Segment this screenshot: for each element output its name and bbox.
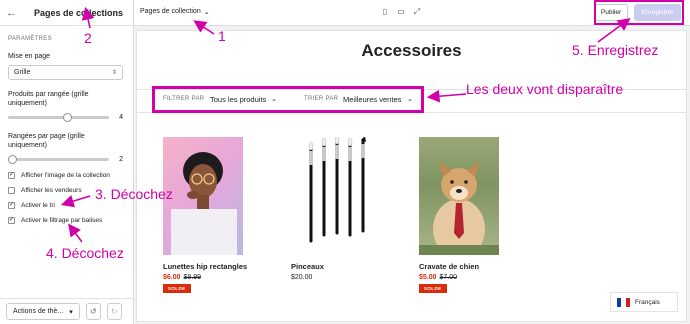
annotation-step-4: 4. Décochez (46, 245, 124, 261)
slider-track[interactable] (8, 154, 109, 164)
sale-price: $5.00 (419, 274, 437, 281)
language-selector[interactable]: Français (610, 292, 678, 312)
caret-down-icon: ▾ (69, 308, 73, 316)
theme-actions-label: Actions de thè... (13, 308, 64, 315)
undo-icon: ↺ (89, 307, 97, 316)
annotation-step-5: 5. Enregistrez (572, 42, 659, 58)
slider-handle[interactable] (8, 154, 17, 164)
page-selector-label: Pages de collection (140, 8, 201, 15)
checkbox-label: Afficher les vendeurs (21, 187, 82, 194)
select-arrows-icon: ⇕ (111, 70, 117, 76)
layout-select[interactable]: Grille ⇕ (8, 65, 123, 80)
products-per-row-slider[interactable]: 4 (8, 112, 123, 122)
checkbox-show-collection-image[interactable]: ✓ Afficher l'image de la collection (8, 172, 123, 179)
checkbox-enable-sorting[interactable]: ✓ Activer le tri (8, 202, 123, 209)
redo-icon: ↻ (110, 307, 118, 316)
page-selector[interactable]: Pages de collection ⌄ (140, 8, 210, 16)
fullscreen-icon[interactable]: ⤢ (412, 7, 422, 18)
slider-handle[interactable] (63, 112, 73, 122)
checkbox[interactable]: ✓ (8, 217, 15, 224)
product-card[interactable]: Lunettes hip rectangles $6.00 $8.99 SOLDE (163, 137, 263, 293)
layout-label: Mise en page (8, 53, 51, 60)
product-name[interactable]: Cravate de chien (419, 262, 519, 271)
annotation-filters-note: Les deux vont disparaître (466, 81, 624, 97)
annotation-step-2: 2 (84, 30, 92, 46)
language-label: Français (635, 298, 660, 306)
theme-actions-button[interactable]: Actions de thè... ▾ (6, 303, 80, 320)
product-name[interactable]: Lunettes hip rectangles (163, 262, 263, 271)
filter-bar-highlight (152, 86, 424, 113)
products-per-row-value: 4 (119, 113, 123, 121)
product-image[interactable] (163, 137, 243, 255)
original-price: $8.99 (183, 274, 202, 281)
sale-badge: SOLDE (163, 284, 191, 293)
layout-select-value: Grille (14, 69, 31, 76)
checkbox[interactable]: ✓ (8, 202, 15, 209)
sidebar-title: Pages de collections (34, 7, 124, 18)
mobile-icon[interactable]: ▯ (380, 7, 390, 18)
original-price: $7.00 (439, 274, 458, 281)
rows-per-page-slider[interactable]: 2 (8, 154, 123, 164)
product-price: $20.00 (291, 274, 313, 281)
theme-settings-sidebar: ← Pages de collections PARAMÈTRES Mise e… (0, 0, 134, 324)
brushes-image (308, 137, 366, 243)
sidebar-footer: Actions de thè... ▾ ↺ ↻ (0, 298, 134, 324)
checkbox-label: Activer le tri (21, 202, 55, 209)
product-price: $5.00 $7.00 (419, 274, 519, 281)
section-heading: PARAMÈTRES (8, 36, 52, 42)
checkbox-label: Activer le filtrage par balises (21, 217, 103, 224)
chevron-down-icon: ⌄ (203, 9, 210, 16)
product-name[interactable]: Pinceaux (291, 262, 391, 271)
checkbox-label: Afficher l'image de la collection (21, 172, 110, 179)
desktop-icon[interactable]: ▭ (396, 7, 406, 18)
back-arrow-icon[interactable]: ← (6, 7, 20, 19)
rows-per-page-value: 2 (119, 155, 123, 163)
checkbox[interactable]: ✓ (8, 172, 15, 179)
rows-per-page-label: Rangées par page (grille uniquement) (8, 133, 85, 149)
product-card[interactable]: Cravate de chien $5.00 $7.00 SOLDE (419, 137, 519, 293)
redo-button[interactable]: ↻ (106, 303, 122, 320)
slider-track[interactable] (8, 112, 109, 122)
product-image[interactable] (291, 137, 371, 255)
save-button-highlight (594, 0, 684, 25)
annotation-step-3: 3. Décochez (95, 186, 173, 202)
products-per-row-label: Produits par rangée (grille uniquement) (8, 91, 89, 107)
sale-badge: SOLDE (419, 284, 447, 293)
product-price: $6.00 $8.99 (163, 274, 263, 281)
undo-button[interactable]: ↺ (85, 303, 101, 320)
store-preview: Accessoires FILTRER PAR Tous les produit… (136, 30, 687, 322)
checkbox-enable-tag-filtering[interactable]: ✓ Activer le filtrage par balises (8, 217, 123, 224)
product-image[interactable] (419, 137, 499, 255)
sidebar-header: ← Pages de collections (0, 0, 133, 26)
annotation-step-1: 1 (218, 28, 226, 44)
checkbox[interactable] (8, 187, 15, 194)
woman-with-glasses-image (171, 152, 237, 255)
french-flag-icon (617, 297, 630, 307)
sale-price: $6.00 (163, 274, 181, 281)
product-card[interactable]: Pinceaux $20.00 (291, 137, 391, 281)
dog-with-tie-image (419, 161, 499, 255)
